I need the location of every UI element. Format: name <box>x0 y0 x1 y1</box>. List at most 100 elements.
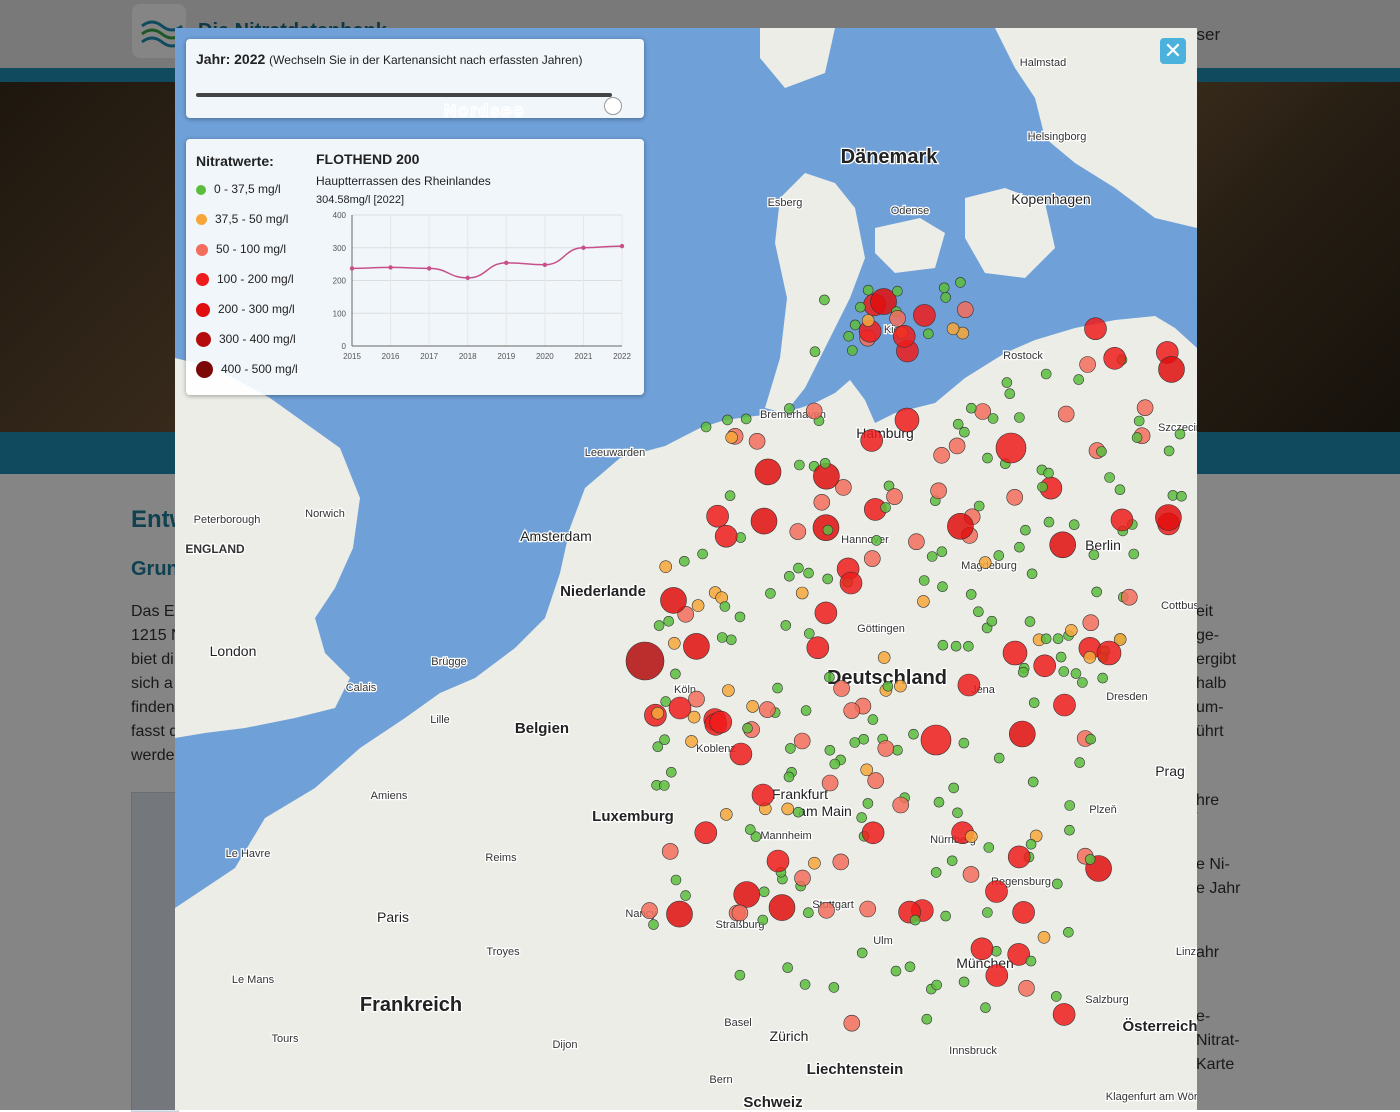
measurement-marker[interactable] <box>746 700 759 713</box>
close-button[interactable]: ✕ <box>1160 38 1186 64</box>
measurement-marker[interactable] <box>800 705 812 716</box>
measurement-marker[interactable] <box>1064 824 1075 836</box>
measurement-marker[interactable] <box>792 806 804 818</box>
measurement-marker[interactable] <box>1020 524 1031 536</box>
measurement-marker[interactable] <box>856 947 868 959</box>
measurement-marker[interactable] <box>957 673 981 697</box>
measurement-marker[interactable] <box>795 586 809 600</box>
measurement-marker[interactable] <box>700 421 712 433</box>
measurement-marker[interactable] <box>1128 548 1140 560</box>
measurement-marker[interactable] <box>1055 651 1067 663</box>
measurement-marker[interactable] <box>849 737 861 748</box>
measurement-marker[interactable] <box>965 402 977 414</box>
measurement-marker[interactable] <box>1014 541 1025 553</box>
measurement-marker[interactable] <box>742 722 753 734</box>
measurement-marker[interactable] <box>733 881 761 908</box>
measurement-marker[interactable] <box>1053 693 1076 717</box>
measurement-marker[interactable] <box>1008 720 1036 748</box>
measurement-marker[interactable] <box>1040 368 1052 380</box>
measurement-marker[interactable] <box>993 550 1005 561</box>
measurement-marker[interactable] <box>1133 415 1145 427</box>
measurement-marker[interactable] <box>758 886 770 898</box>
measurement-marker[interactable] <box>1001 377 1013 388</box>
measurement-marker[interactable] <box>757 914 769 926</box>
measurement-marker[interactable] <box>716 632 728 643</box>
measurement-marker[interactable] <box>993 752 1005 764</box>
measurement-marker[interactable] <box>799 979 811 990</box>
measurement-marker[interactable] <box>1014 412 1025 423</box>
measurement-marker[interactable] <box>725 634 737 646</box>
measurement-marker[interactable] <box>819 294 830 306</box>
measurement-marker[interactable] <box>1070 668 1082 679</box>
measurement-marker[interactable] <box>940 910 952 922</box>
measurement-marker[interactable] <box>1104 472 1115 483</box>
measurement-marker[interactable] <box>680 890 691 901</box>
measurement-marker[interactable] <box>946 322 960 336</box>
measurement-marker[interactable] <box>958 737 970 749</box>
measurement-marker[interactable] <box>1064 624 1078 637</box>
measurement-marker[interactable] <box>722 414 733 426</box>
measurement-marker[interactable] <box>1176 490 1187 502</box>
measurement-marker[interactable] <box>766 849 790 873</box>
measurement-marker[interactable] <box>794 459 805 471</box>
measurement-marker[interactable] <box>793 732 811 750</box>
measurement-marker[interactable] <box>683 633 710 660</box>
measurement-marker[interactable] <box>985 964 1009 987</box>
measurement-marker[interactable] <box>930 867 942 878</box>
measurement-marker[interactable] <box>829 758 841 770</box>
measurement-marker[interactable] <box>917 595 930 608</box>
measurement-marker[interactable] <box>892 744 903 756</box>
measurement-marker[interactable] <box>1085 733 1097 745</box>
measurement-marker[interactable] <box>862 284 874 296</box>
measurement-marker[interactable] <box>818 901 835 919</box>
measurement-marker[interactable] <box>719 808 733 821</box>
measurement-marker[interactable] <box>909 914 921 926</box>
measurement-marker[interactable] <box>661 843 679 860</box>
measurement-marker[interactable] <box>1084 317 1107 341</box>
measurement-marker[interactable] <box>871 535 882 546</box>
measurement-marker[interactable] <box>691 599 705 612</box>
measurement-marker[interactable] <box>892 796 910 814</box>
measurement-marker[interactable] <box>1040 633 1052 645</box>
measurement-marker[interactable] <box>1097 672 1109 684</box>
measurement-marker[interactable] <box>937 639 949 651</box>
measurement-marker[interactable] <box>965 589 977 600</box>
measurement-marker[interactable] <box>859 900 877 918</box>
measurement-marker[interactable] <box>860 429 884 452</box>
measurement-marker[interactable] <box>709 710 733 734</box>
measurement-marker[interactable] <box>1027 776 1039 788</box>
measurement-marker[interactable] <box>1025 955 1037 967</box>
measurement-marker[interactable] <box>793 562 804 574</box>
measurement-marker[interactable] <box>846 345 858 356</box>
measurement-marker[interactable] <box>670 874 682 886</box>
measurement-marker[interactable] <box>839 571 863 595</box>
measurement-marker[interactable] <box>882 680 894 692</box>
measurement-marker[interactable] <box>933 446 950 464</box>
measurement-marker[interactable] <box>970 937 994 961</box>
measurement-marker[interactable] <box>740 413 752 425</box>
measurement-marker[interactable] <box>824 744 836 756</box>
measurement-marker[interactable] <box>806 636 830 660</box>
measurement-marker[interactable] <box>714 524 738 548</box>
measurement-marker[interactable] <box>861 821 885 845</box>
measurement-marker[interactable] <box>1091 586 1103 598</box>
measurement-marker[interactable] <box>734 969 746 981</box>
measurement-marker[interactable] <box>1073 374 1085 385</box>
measurement-marker[interactable] <box>1082 614 1100 632</box>
measurement-marker[interactable] <box>805 402 823 420</box>
measurement-marker[interactable] <box>706 504 729 528</box>
measurement-marker[interactable] <box>1051 878 1063 890</box>
measurement-marker[interactable] <box>719 601 731 612</box>
measurement-marker[interactable] <box>856 812 868 823</box>
measurement-marker[interactable] <box>1017 666 1029 678</box>
measurement-marker[interactable] <box>1026 568 1038 580</box>
measurement-marker[interactable] <box>1004 388 1016 400</box>
measurement-marker[interactable] <box>908 533 925 551</box>
measurement-marker[interactable] <box>1096 640 1122 666</box>
measurement-marker[interactable] <box>734 611 746 623</box>
measurement-marker[interactable] <box>877 651 891 664</box>
measurement-marker[interactable] <box>625 641 665 681</box>
measurement-marker[interactable] <box>1120 588 1138 606</box>
measurement-marker[interactable] <box>819 457 831 469</box>
measurement-marker[interactable] <box>894 679 907 693</box>
